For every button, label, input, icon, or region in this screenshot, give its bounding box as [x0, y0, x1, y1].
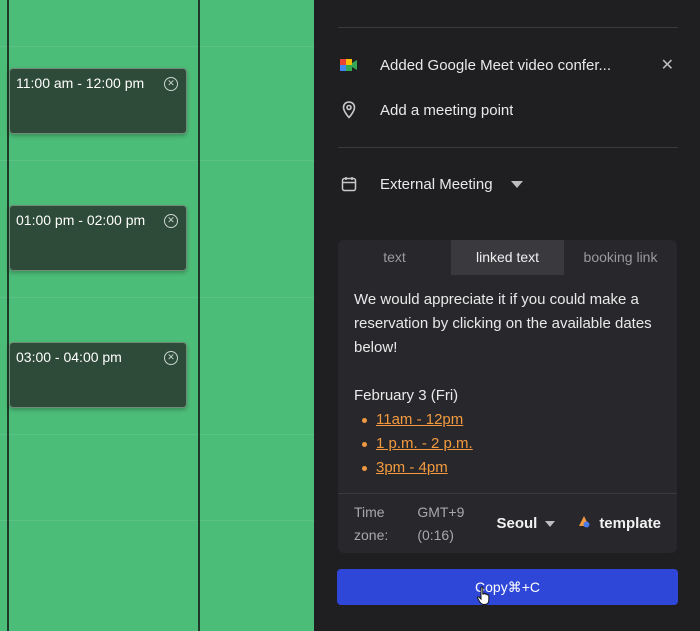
google-meet-icon [338, 54, 360, 76]
template-button[interactable]: template [577, 515, 661, 533]
time-slot[interactable]: 03:00 - 04:00 pm ✕ [9, 342, 187, 408]
booking-link[interactable]: 11am - 12pm [376, 408, 463, 432]
grid-line [0, 520, 314, 521]
grid-line [0, 434, 314, 435]
slot-time: 11:00 am - 12:00 pm [16, 75, 145, 91]
divider [338, 27, 678, 28]
grid-line [0, 46, 314, 47]
close-icon[interactable]: ✕ [661, 55, 678, 75]
time-slot[interactable]: 01:00 pm - 02:00 pm ✕ [9, 205, 187, 271]
calendar-grid[interactable]: 11:00 am - 12:00 pm ✕ 01:00 pm - 02:00 p… [0, 0, 314, 631]
conference-row[interactable]: Added Google Meet video confer... ✕ [338, 53, 678, 77]
conference-label: Added Google Meet video confer... [380, 56, 611, 74]
location-row[interactable]: Add a meeting point [338, 98, 678, 122]
grid-line [0, 160, 314, 161]
bullet [362, 465, 367, 471]
meeting-type-row[interactable]: External Meeting [338, 172, 678, 196]
day-column-divider [198, 0, 200, 631]
hand-cursor-icon [476, 586, 492, 611]
slot-time: 01:00 pm - 02:00 pm [16, 212, 146, 228]
booking-link[interactable]: 1 p.m. - 2 p.m. [376, 432, 473, 456]
map-pin-icon [338, 99, 360, 121]
booking-link[interactable]: 3pm - 4pm [376, 456, 448, 480]
list-item: 1 p.m. - 2 p.m. [354, 432, 661, 456]
tab-text[interactable]: text [338, 240, 451, 275]
grid-line [0, 297, 314, 298]
tab-linked-text[interactable]: linked text [451, 240, 564, 275]
chevron-down-icon [545, 520, 556, 527]
list-item: 11am - 12pm [354, 408, 661, 432]
timezone-city: Seoul [496, 515, 538, 532]
close-circle-icon[interactable]: ✕ [164, 77, 178, 91]
bullet [362, 417, 367, 423]
close-circle-icon[interactable]: ✕ [164, 351, 178, 365]
close-circle-icon[interactable]: ✕ [164, 214, 178, 228]
chevron-down-icon[interactable] [510, 180, 523, 188]
share-text-card: text linked text booking link We would a… [338, 240, 677, 553]
message-text: We would appreciate it if you could make… [354, 291, 652, 356]
link-list: 11am - 12pm 1 p.m. - 2 p.m. 3pm - 4pm [354, 408, 661, 480]
meeting-type-select[interactable]: External Meeting [380, 176, 493, 193]
message-body: We would appreciate it if you could make… [338, 275, 677, 480]
timezone-offset: GMT+9 (0:16) [417, 503, 465, 543]
location-input[interactable]: Add a meeting point [380, 102, 513, 119]
time-slot[interactable]: 11:00 am - 12:00 pm ✕ [9, 68, 187, 134]
timezone-bar: Time zone: GMT+9 (0:16) Seoul template [338, 493, 677, 553]
bullet [362, 441, 367, 447]
template-label: template [599, 515, 661, 532]
divider [338, 147, 678, 148]
tab-booking-link[interactable]: booking link [564, 240, 677, 275]
template-icon [577, 515, 591, 533]
event-details-panel: Added Google Meet video confer... ✕ Add … [314, 0, 700, 631]
calendar-icon [338, 173, 360, 195]
copy-button[interactable]: Copy⌘+C [337, 569, 678, 605]
list-item: 3pm - 4pm [354, 456, 661, 480]
date-heading: February 3 (Fri) [354, 387, 459, 404]
tab-bar: text linked text booking link [338, 240, 677, 275]
timezone-label: Time zone: [354, 503, 389, 543]
slot-time: 03:00 - 04:00 pm [16, 349, 122, 365]
timezone-select[interactable]: Seoul [496, 515, 556, 532]
